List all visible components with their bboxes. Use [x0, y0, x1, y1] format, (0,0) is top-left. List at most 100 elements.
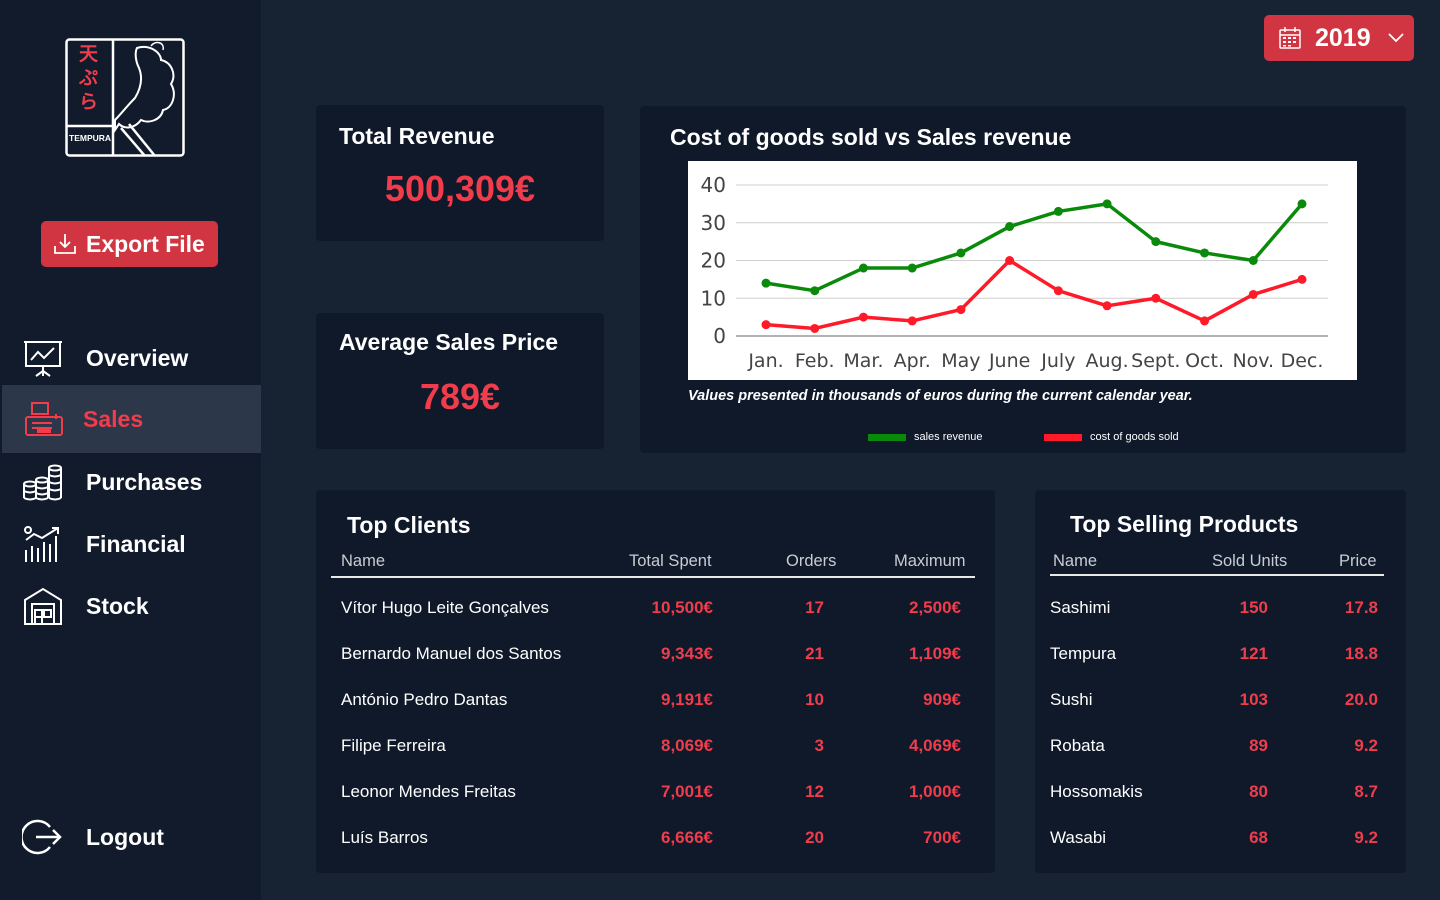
maximum-order: 1,000€	[909, 782, 961, 801]
cogs-vs-revenue-card: Cost of goods sold vs Sales revenue 0 10 2…	[640, 106, 1406, 453]
sales-revenue-point	[1297, 199, 1307, 209]
client-name: Vítor Hugo Leite Gonçalves	[341, 598, 549, 617]
logout-icon	[22, 819, 62, 855]
column-header[interactable]: Total Spent	[629, 552, 712, 571]
client-name: António Pedro Dantas	[341, 690, 508, 709]
chart-title: Cost of goods sold vs Sales revenue	[670, 124, 1072, 150]
sales-revenue-point	[1005, 222, 1015, 232]
maximum-order: 1,109€	[909, 644, 961, 663]
maximum-order: 2,500€	[909, 598, 961, 617]
sidebar-item-label: Stock	[86, 592, 149, 619]
sidebar-item-purchases[interactable]: Purchases	[2, 448, 261, 516]
product-price: 20.0	[1344, 690, 1378, 709]
sidebar-item-sales[interactable]: Sales	[2, 385, 261, 453]
sales-revenue-line	[765, 202, 1304, 293]
sales-revenue-point	[1200, 248, 1210, 258]
year-selector[interactable]: 2019	[1264, 15, 1414, 61]
client-name: Bernardo Manuel dos Santos	[341, 644, 562, 663]
legend-cost-of-goods-sold: cost of goods sold	[1044, 431, 1179, 443]
table-row[interactable]: Robata 89 9.2	[1035, 736, 1406, 760]
tempura-logo[interactable]: 天ぷら TEMPURA	[65, 38, 185, 157]
product-price: 8.7	[1354, 782, 1378, 801]
sold-units: 121	[1239, 644, 1268, 663]
logo-text: TEMPURA	[69, 133, 112, 143]
total-revenue-card: Total Revenue 500,309€	[316, 105, 604, 241]
client-name: Luís Barros	[341, 828, 428, 847]
x-tick-label: May	[941, 350, 980, 372]
sold-units: 80	[1249, 782, 1268, 801]
kpi-value: 500,309€	[384, 168, 536, 209]
chevron-down-icon	[1388, 33, 1404, 43]
legend-sales-revenue: sales revenue	[868, 431, 983, 443]
sidebar-item-stock[interactable]: Stock	[2, 572, 261, 640]
product-price: 17.8	[1344, 598, 1378, 617]
x-tick-label: Nov.	[1232, 350, 1274, 372]
column-header[interactable]: Name	[1053, 552, 1097, 571]
column-header[interactable]: Sold Units	[1212, 552, 1287, 571]
warehouse-icon	[24, 587, 62, 625]
logout-button[interactable]: Logout	[2, 803, 261, 871]
x-tick-label: Apr.	[894, 350, 931, 372]
table-row[interactable]: Wasabi 68 9.2	[1035, 828, 1406, 852]
logo-kanji: 天ぷら	[79, 43, 99, 113]
table-row[interactable]: Leonor Mendes Freitas 7,001€ 12 1,000€	[316, 782, 995, 806]
bar-chart-growth-icon	[24, 526, 59, 562]
year-value: 2019	[1315, 24, 1371, 52]
sales-revenue-point	[1248, 256, 1258, 265]
total-spent: 7,001€	[661, 782, 713, 801]
legend-swatch	[1044, 433, 1082, 441]
sales-revenue-point	[761, 278, 771, 288]
export-file-button[interactable]: Export File	[41, 221, 218, 267]
total-spent: 6,666€	[661, 828, 713, 847]
sales-revenue-point	[1102, 199, 1112, 209]
x-tick-label: Mar.	[843, 350, 883, 372]
cash-register-icon	[25, 402, 63, 436]
cost-of-goods-sold-point	[1053, 286, 1063, 296]
table-row[interactable]: Vítor Hugo Leite Gonçalves 10,500€ 17 2,500…	[316, 598, 995, 622]
top-clients-card: Top Clients Name Total Spent Orders Maxi…	[316, 490, 995, 873]
product-name: Sushi	[1050, 690, 1093, 709]
table-row[interactable]: Filipe Ferreira 8,069€ 3 4,069€	[316, 736, 995, 760]
line-chart-svg: 0 10 20 30 40 Jan. Feb. Mar. Apr. May June July Aug.…	[701, 173, 1328, 372]
sales-revenue-point	[907, 263, 917, 273]
line-chart: 0 10 20 30 40 Jan. Feb. Mar. Apr. May June July Aug.…	[688, 161, 1357, 380]
export-file-label: Export File	[86, 230, 205, 257]
header-divider	[1050, 574, 1384, 576]
column-header[interactable]: Orders	[786, 552, 836, 571]
maximum-order: 4,069€	[909, 736, 961, 755]
logout-label: Logout	[86, 823, 164, 850]
y-tick-label: 40	[701, 173, 726, 197]
maximum-order: 700€	[923, 828, 961, 847]
total-spent: 9,191€	[661, 690, 713, 709]
x-tick-label: Dec.	[1281, 350, 1324, 372]
sidebar-item-label: Overview	[86, 344, 189, 371]
orders-count: 20	[805, 828, 824, 847]
product-price: 9.2	[1354, 736, 1378, 755]
table-row[interactable]: Luís Barros 6,666€ 20 700€	[316, 828, 995, 852]
column-header[interactable]: Price	[1339, 552, 1377, 571]
orders-count: 3	[814, 736, 824, 755]
y-tick-label: 30	[701, 211, 726, 235]
client-name: Filipe Ferreira	[341, 736, 446, 755]
table-row[interactable]: Bernardo Manuel dos Santos 9,343€ 21 1,109€	[316, 644, 995, 668]
table-row[interactable]: António Pedro Dantas 9,191€ 10 909€	[316, 690, 995, 714]
total-spent: 9,343€	[661, 644, 713, 663]
table-row[interactable]: Sushi 103 20.0	[1035, 690, 1406, 714]
sidebar-item-financial[interactable]: Financial	[2, 510, 261, 578]
legend-swatch	[868, 433, 906, 441]
column-header[interactable]: Name	[341, 552, 385, 571]
header-divider	[331, 576, 975, 578]
sales-revenue-point	[858, 263, 868, 273]
table-row[interactable]: Tempura 121 18.8	[1035, 644, 1406, 668]
client-name: Leonor Mendes Freitas	[341, 782, 516, 801]
sold-units: 150	[1239, 598, 1268, 617]
sidebar-item-label: Sales	[83, 405, 144, 432]
table-row[interactable]: Hossomakis 80 8.7	[1035, 782, 1406, 806]
cost-of-goods-sold-point	[1102, 301, 1112, 311]
sidebar-item-overview[interactable]: Overview	[2, 324, 261, 392]
column-header[interactable]: Maximum	[894, 552, 966, 571]
cost-of-goods-sold-point	[810, 323, 820, 333]
table-row[interactable]: Sashimi 150 17.8	[1035, 598, 1406, 622]
x-tick-label: Jan.	[747, 350, 783, 372]
product-name: Tempura	[1050, 644, 1117, 663]
